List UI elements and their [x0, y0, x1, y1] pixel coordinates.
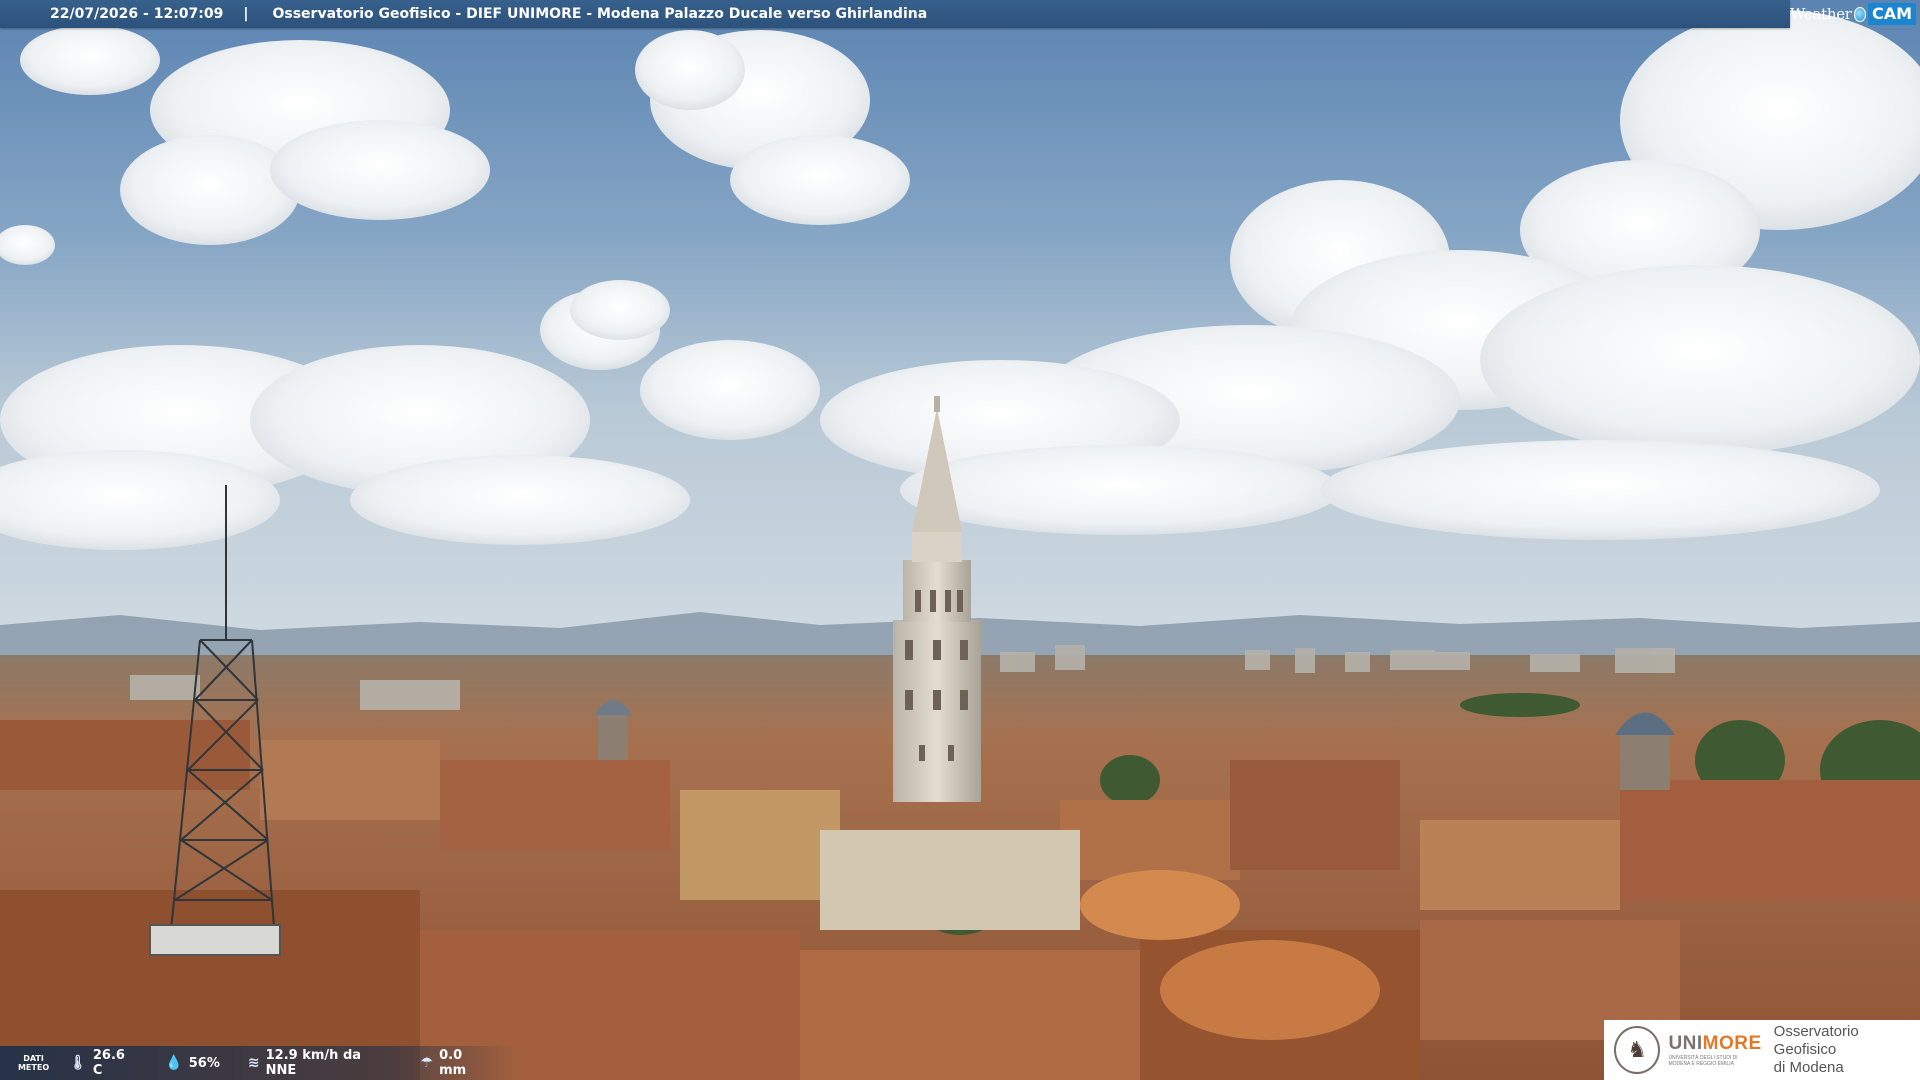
rain-reading: ☂ 0.0 mm	[421, 1048, 492, 1078]
meteo-tag-line2: METEO	[17, 1063, 50, 1072]
camera-title: Osservatorio Geofisico - DIEF UNIMORE - …	[272, 6, 928, 22]
camera-title-bar: 22/07/2026 - 12:07:09 | Osservatorio Geo…	[0, 0, 1790, 28]
weathercam-logo: Weather CAM	[1790, 0, 1920, 28]
unimore-sub2: MODENA E REGGIO EMILIA	[1668, 1061, 1735, 1067]
separator: |	[243, 6, 249, 22]
unimore-more: MORE	[1702, 1033, 1762, 1054]
meteo-tag: DATI METEO	[16, 1054, 51, 1072]
thermometer-icon: 🌡	[69, 1055, 87, 1071]
rain-icon: ☂	[420, 1055, 434, 1071]
wind-value: 12.9 km/h da NNE	[265, 1048, 362, 1078]
webcam-image	[0, 0, 1920, 1080]
rain-value: 0.0 mm	[439, 1048, 467, 1078]
unimore-wordmark: UNIMORE UNIVERSITÀ DEGLI STUDI DI MODENA…	[1668, 1033, 1761, 1067]
drop-icon: 💧	[165, 1055, 183, 1071]
timestamp: 22/07/2026 - 12:07:09	[50, 6, 224, 22]
temperature-value: 26.6 C	[92, 1048, 125, 1078]
wind-icon: ≋	[247, 1055, 260, 1071]
brand-word: Weather	[1790, 5, 1852, 23]
observatory-name: Osservatorio Geofisico di Modena	[1774, 1023, 1920, 1077]
unimore-logo: ♞ UNIMORE UNIVERSITÀ DEGLI STUDI DI MODE…	[1604, 1020, 1920, 1080]
globe-icon	[1853, 6, 1866, 22]
unimore-uni: UNI	[1668, 1033, 1703, 1054]
meteo-tag-line1: DATI	[23, 1054, 44, 1063]
observatory-line2: di Modena	[1773, 1059, 1844, 1076]
weather-data-strip: DATI METEO 🌡 26.6 C 💧 56% ≋ 12.9 km/h da…	[0, 1046, 520, 1080]
church-dome	[1615, 712, 1675, 790]
temperature-reading: 🌡 26.6 C	[69, 1048, 137, 1078]
small-dome	[594, 700, 632, 760]
brand-cam: CAM	[1867, 3, 1916, 25]
university-seal-icon: ♞	[1614, 1026, 1661, 1074]
wind-reading: ≋ 12.9 km/h da NNE	[248, 1048, 393, 1078]
humidity-value: 56%	[188, 1055, 220, 1071]
observatory-line1: Osservatorio Geofisico	[1773, 1023, 1859, 1058]
humidity-reading: 💧 56%	[165, 1055, 220, 1071]
